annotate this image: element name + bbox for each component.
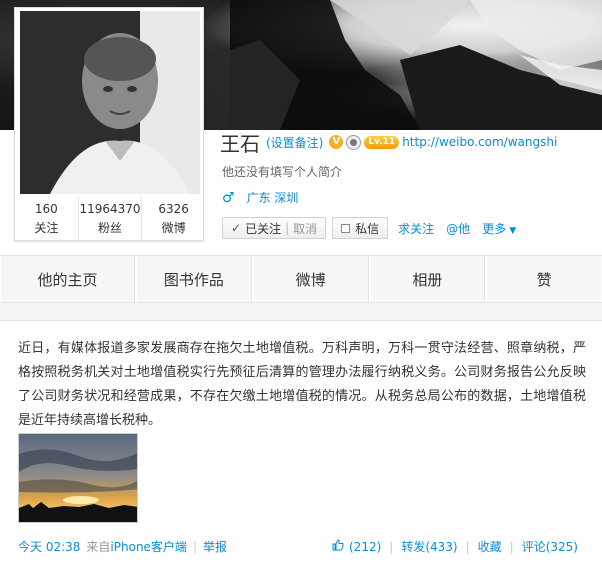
favorite-link[interactable]: 收藏 [478,538,502,555]
profile-name: 王石 [220,131,260,156]
level-badge[interactable]: Lv.11 [364,135,400,149]
set-remark-link[interactable]: (设置备注) [266,134,323,151]
thumbs-up-icon [332,538,348,555]
posts-label: 微博 [161,221,186,235]
separator: | [192,539,197,554]
profile-header: 160 关注 11964370 粉丝 6326 微博 王石 (设置备注) V L… [0,0,602,255]
profile-tabs: 他的主页 图书作品 微博 相册 赞 [0,255,602,303]
tab-album[interactable]: 相册 [370,256,486,302]
following-label: 关注 [34,221,59,235]
message-label: 私信 [355,221,380,236]
message-icon [341,223,351,233]
tab-home[interactable]: 他的主页 [1,256,135,302]
repost-link[interactable]: 转发(433) [401,538,457,555]
post-text: 近日，有媒体报道多家发展商存在拖欠土地增值税。万科声明，万科一贯守法经营、照章纳… [18,341,586,428]
post-time-link[interactable]: 今天 02:38 [18,538,80,555]
posts-count: 6326 [158,202,189,216]
profile-actions: ✓ 已关注 | 取消 私信 求关注 @他 更多 ▼ [222,217,516,239]
location-row: ♂ 广东 深圳 [222,189,298,206]
unfollow-link[interactable]: 取消 [293,220,317,237]
more-label: 更多 [482,221,507,236]
tab-weibo[interactable]: 微博 [253,256,369,302]
weibo-post: 近日，有媒体报道多家发展商存在拖欠土地增值税。万科声明，万科一贯守法经营、照章纳… [0,320,602,566]
source-link[interactable]: iPhone客户端 [110,538,187,555]
ask-follow-link[interactable]: 求关注 [398,220,434,237]
avatar-card: 160 关注 11964370 粉丝 6326 微博 [14,7,204,241]
report-link[interactable]: 举报 [203,538,227,555]
followers-label: 粉丝 [98,221,123,235]
stats-bar: 160 关注 11964370 粉丝 6326 微博 [15,197,205,241]
mention-link[interactable]: @他 [446,220,470,237]
tab-books[interactable]: 图书作品 [137,256,252,302]
post-meta: 今天 02:38 来自 iPhone客户端 | 举报 [18,538,227,555]
avatar[interactable] [20,11,200,194]
bio-text: 他还没有填写个人简介 [222,165,343,179]
more-dropdown[interactable]: 更多 ▼ [482,220,516,237]
verified-v-icon[interactable]: V [329,135,344,149]
post-image[interactable] [18,433,138,523]
tab-likes[interactable]: 赞 [487,256,601,302]
separator: | [509,539,514,554]
message-button[interactable]: 私信 [332,217,389,239]
stat-followers[interactable]: 11964370 粉丝 [77,197,142,241]
separator: | [465,539,470,554]
post-actions: (212) | 转发(433) | 收藏 | 评论(325) [332,538,578,555]
followed-label: 已关注 [245,221,282,236]
separator: | [285,221,290,235]
followed-button[interactable]: ✓ 已关注 | 取消 [222,217,327,239]
comment-link[interactable]: 评论(325) [522,538,578,555]
stat-posts[interactable]: 6326 微博 [141,197,205,241]
source-prefix: 来自 [86,540,111,554]
stat-following[interactable]: 160 关注 [15,197,78,241]
like-count: (212) [349,539,382,554]
like-button[interactable]: (212) [332,538,382,555]
male-gender-icon: ♂ [222,189,235,206]
profile-url-link[interactable]: http://weibo.com/wangshi [402,135,557,149]
following-count: 160 [34,202,58,216]
check-icon: ✓ [231,221,242,235]
name-row: 王石 (设置备注) V Lv.11 http://weibo.com/wangs… [220,128,557,156]
member-medal-icon[interactable] [346,134,362,150]
chevron-down-icon: ▼ [509,225,517,236]
location-link[interactable]: 广东 深圳 [247,189,299,206]
separator: | [389,539,394,554]
followers-count: 11964370 [79,202,141,216]
